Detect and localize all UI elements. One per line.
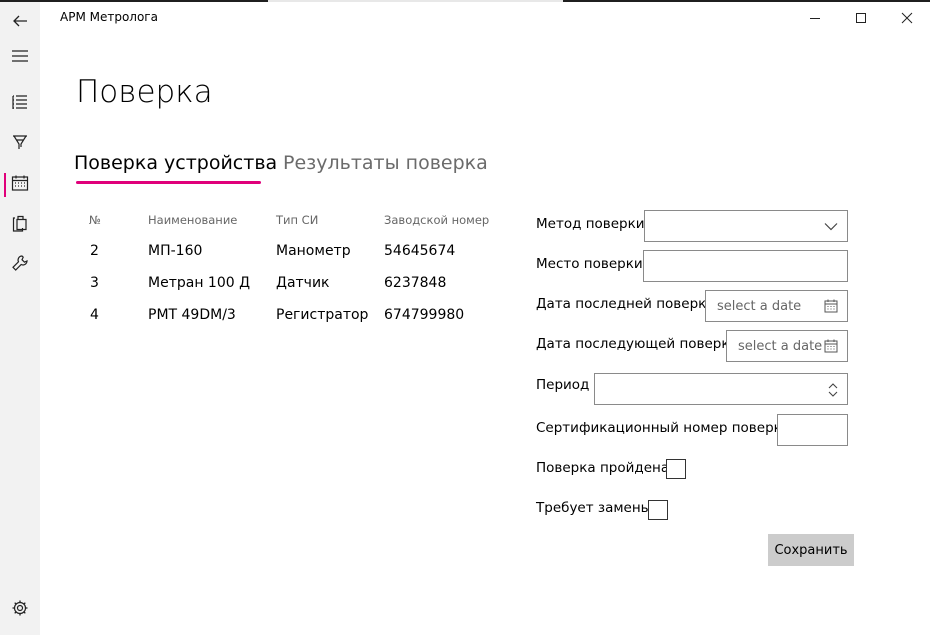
last-date-label: Дата последней поверки [536, 296, 716, 312]
cell-name: МП-160 [148, 243, 203, 259]
method-label: Метод поверки [536, 216, 645, 232]
settings-button[interactable] [0, 588, 40, 628]
tab-verification-results[interactable]: Результаты поверка [283, 152, 488, 174]
hamburger-menu-icon [12, 50, 28, 62]
place-input[interactable] [643, 250, 848, 282]
cell-serial: 6237848 [384, 275, 447, 291]
calendar-icon [824, 299, 838, 313]
place-label: Место поверки [536, 256, 643, 272]
period-label: Период [536, 377, 590, 393]
calendar-icon [11, 175, 29, 191]
column-header-type[interactable]: Тип СИ [276, 213, 318, 227]
close-icon [901, 12, 913, 24]
column-header-serial[interactable]: Заводской номер [384, 213, 489, 227]
next-date-picker[interactable]: select a date [726, 330, 848, 362]
maximize-button[interactable] [838, 2, 884, 34]
list-icon [12, 95, 27, 109]
tab-device-verification[interactable]: Поверка устройства [74, 152, 277, 174]
cell-type: Манометр [276, 243, 351, 259]
back-button[interactable] [0, 1, 40, 41]
cell-number: 2 [90, 243, 99, 259]
spinner-arrows-icon[interactable] [827, 381, 839, 399]
replace-label: Требует замены [536, 500, 652, 516]
cell-serial: 674799980 [384, 307, 465, 323]
column-header-number[interactable]: № [89, 213, 101, 227]
page-title: Поверка [76, 74, 213, 110]
minimize-icon [810, 18, 820, 19]
window-title: АРМ Метролога [60, 10, 158, 24]
cell-number: 3 [90, 275, 99, 291]
cell-name: Метран 100 Д [148, 275, 251, 291]
cert-number-label: Сертификационный номер поверки [536, 420, 791, 436]
next-date-placeholder: select a date [738, 339, 823, 354]
calendar-icon [824, 339, 838, 353]
save-button[interactable]: Сохранить [768, 534, 854, 566]
nav-item-list[interactable] [0, 82, 40, 122]
passed-label: Поверка пройдена [536, 460, 670, 476]
cell-type: Датчик [276, 275, 330, 291]
clipboard-icon [12, 215, 27, 232]
chevron-down-icon [824, 223, 838, 231]
maximize-icon [856, 13, 866, 23]
cert-number-input[interactable] [777, 414, 848, 446]
menu-button[interactable] [0, 36, 40, 76]
replace-checkbox[interactable] [648, 500, 668, 520]
settings-gear-icon [12, 600, 28, 616]
active-tab-indicator [76, 181, 261, 184]
column-header-name[interactable]: Наименование [148, 213, 237, 227]
minimize-button[interactable] [792, 2, 838, 34]
window-top-border [0, 0, 930, 2]
nav-item-tools[interactable] [0, 243, 40, 283]
method-combobox[interactable] [644, 210, 848, 242]
nav-item-clipboard[interactable] [0, 204, 40, 244]
filter-icon [13, 135, 27, 149]
cell-type: Регистратор [276, 307, 369, 323]
back-arrow-icon [13, 15, 27, 27]
nav-item-filter[interactable] [0, 122, 40, 162]
wrench-icon [12, 255, 28, 271]
cell-serial: 54645674 [384, 243, 456, 259]
period-spinbox[interactable] [594, 373, 848, 405]
next-date-label: Дата последующей поверки [536, 336, 739, 352]
last-date-picker[interactable]: select a date [705, 290, 848, 322]
last-date-placeholder: select a date [717, 299, 802, 314]
close-button[interactable] [884, 2, 930, 34]
navigation-rail [0, 2, 40, 635]
nav-item-calendar[interactable] [0, 163, 40, 203]
cell-number: 4 [90, 307, 99, 323]
passed-checkbox[interactable] [666, 459, 686, 479]
cell-name: РМТ 49DM/3 [148, 307, 236, 323]
